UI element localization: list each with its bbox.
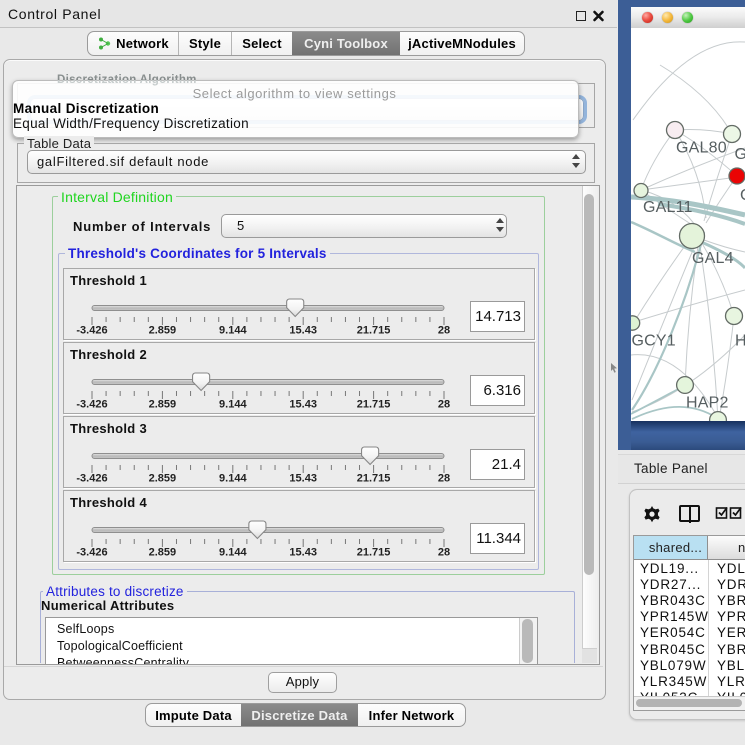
svg-text:GAL4: GAL4 bbox=[692, 250, 734, 267]
svg-text:-3.426: -3.426 bbox=[76, 399, 107, 411]
svg-text:15.43: 15.43 bbox=[289, 399, 317, 411]
svg-text:15.43: 15.43 bbox=[289, 473, 317, 485]
svg-text:2.859: 2.859 bbox=[149, 547, 177, 559]
svg-text:15.43: 15.43 bbox=[289, 547, 317, 559]
svg-text:HAP2: HAP2 bbox=[686, 395, 729, 412]
svg-text:GAL80: GAL80 bbox=[676, 140, 727, 157]
svg-text:9.144: 9.144 bbox=[219, 473, 247, 485]
svg-text:28: 28 bbox=[438, 473, 450, 485]
svg-text:-3.426: -3.426 bbox=[76, 325, 107, 337]
svg-text:GAL11: GAL11 bbox=[643, 199, 693, 216]
svg-text:2.859: 2.859 bbox=[149, 399, 177, 411]
svg-text:28: 28 bbox=[438, 399, 450, 411]
svg-text:21.715: 21.715 bbox=[357, 547, 391, 559]
svg-text:-3.426: -3.426 bbox=[76, 473, 107, 485]
svg-text:21.715: 21.715 bbox=[357, 473, 391, 485]
svg-text:9.144: 9.144 bbox=[219, 325, 247, 337]
svg-text:C: C bbox=[740, 187, 745, 204]
svg-text:15.43: 15.43 bbox=[289, 325, 317, 337]
svg-text:9.144: 9.144 bbox=[219, 547, 247, 559]
svg-text:-3.426: -3.426 bbox=[76, 547, 107, 559]
svg-text:21.715: 21.715 bbox=[357, 325, 391, 337]
svg-text:G.: G. bbox=[735, 146, 745, 163]
svg-text:GCY1: GCY1 bbox=[632, 333, 676, 350]
svg-text:2.859: 2.859 bbox=[149, 473, 177, 485]
svg-text:21.715: 21.715 bbox=[357, 399, 391, 411]
svg-text:2.859: 2.859 bbox=[149, 325, 177, 337]
svg-text:H: H bbox=[735, 333, 745, 350]
svg-text:9.144: 9.144 bbox=[219, 399, 247, 411]
svg-text:28: 28 bbox=[438, 325, 450, 337]
svg-text:28: 28 bbox=[438, 547, 450, 559]
